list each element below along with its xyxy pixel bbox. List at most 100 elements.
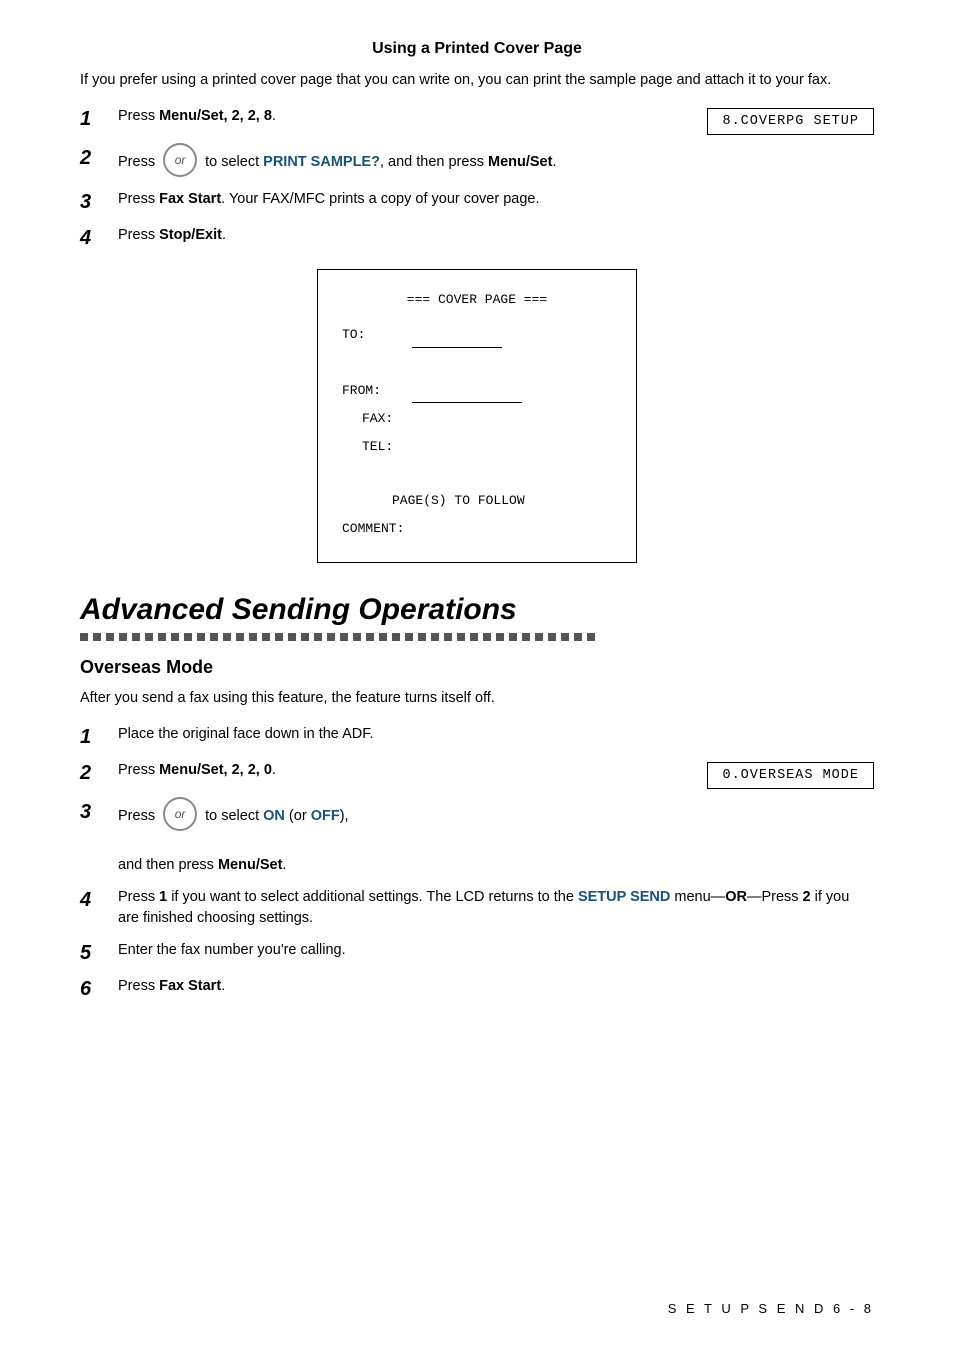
dot-21 [340, 633, 348, 641]
overseas-step-4-bold1: 1 [159, 889, 167, 905]
dot-6 [145, 633, 153, 641]
step-2-row: 2 Press or to select PRINT SAMPLE?, and … [80, 145, 874, 179]
cover-from-label: FROM: [342, 379, 412, 402]
dot-30 [457, 633, 465, 641]
step-3-bold: Fax Start [159, 191, 221, 207]
dot-20 [327, 633, 335, 641]
overseas-step-6-content: Press Fax Start. [118, 976, 874, 998]
step-1-content: Press Menu/Set, 2, 2, 8. [118, 106, 687, 128]
overseas-step-3-on: ON [263, 808, 285, 824]
cover-fax-label: FAX: [342, 407, 412, 430]
cover-from-underline [412, 379, 522, 403]
dot-26 [405, 633, 413, 641]
dot-35 [522, 633, 530, 641]
dot-36 [535, 633, 543, 641]
overseas-step-6-bold: Fax Start [159, 978, 221, 994]
dot-18 [301, 633, 309, 641]
dot-23 [366, 633, 374, 641]
dot-27 [418, 633, 426, 641]
step-3-number: 3 [80, 189, 110, 215]
cover-comment-label: COMMENT: [342, 517, 412, 540]
dotted-rule [80, 633, 874, 641]
step-1-bold: Menu/Set, 2, 2, 8 [159, 108, 272, 124]
cover-to-label: TO: [342, 323, 412, 346]
overseas-step-1-number: 1 [80, 724, 110, 750]
or-icon-2: or [163, 797, 197, 831]
dot-38 [561, 633, 569, 641]
dot-2 [93, 633, 101, 641]
dot-31 [470, 633, 478, 641]
dot-34 [509, 633, 517, 641]
cover-tel-line: TEL: [342, 435, 612, 458]
cover-comment-line: COMMENT: [342, 517, 612, 540]
cover-blank-line [342, 352, 612, 375]
overseas-step-4-number: 4 [80, 887, 110, 913]
dot-7 [158, 633, 166, 641]
step-4-content: Press Stop/Exit. [118, 225, 874, 247]
dot-10 [197, 633, 205, 641]
advanced-header: Advanced Sending Operations [80, 593, 874, 641]
dot-12 [223, 633, 231, 641]
dot-8 [171, 633, 179, 641]
overseas-step-4-row: 4 Press 1 if you want to select addition… [80, 887, 874, 931]
cover-pages-text: PAGE(S) TO FOLLOW [342, 489, 525, 512]
step-2-bold: Menu/Set [488, 154, 552, 170]
cover-title: === COVER PAGE === [342, 288, 612, 311]
cover-page-sample: === COVER PAGE === TO: FROM: FAX: TEL: P… [317, 269, 637, 564]
overseas-step-5-number: 5 [80, 940, 110, 966]
dot-32 [483, 633, 491, 641]
dot-1 [80, 633, 88, 641]
overseas-step-4-or: OR [725, 889, 747, 905]
step-4-row: 4 Press Stop/Exit. [80, 225, 874, 251]
step-2-number: 2 [80, 145, 110, 171]
dot-15 [262, 633, 270, 641]
overseas-step-4-content: Press 1 if you want to select additional… [118, 887, 874, 931]
overseas-step-1-content: Place the original face down in the ADF. [118, 724, 874, 746]
dot-29 [444, 633, 452, 641]
step-1-left: 1 Press Menu/Set, 2, 2, 8. [80, 106, 687, 132]
dot-22 [353, 633, 361, 641]
overseas-step-2-row: 2 Press Menu/Set, 2, 2, 0. 0.OVERSEAS MO… [80, 760, 874, 789]
overseas-step-3-off: OFF [311, 808, 340, 824]
or-icon-1: or [163, 143, 197, 177]
page-footer: S E T U P S E N D 6 - 8 [668, 1301, 874, 1316]
dot-13 [236, 633, 244, 641]
dot-9 [184, 633, 192, 641]
cover-tel-label: TEL: [342, 435, 412, 458]
overseas-step-4-bold2: 2 [803, 889, 811, 905]
overseas-step-2-lcd: 0.OVERSEAS MODE [707, 762, 874, 789]
overseas-step-3-bold: Menu/Set [218, 857, 282, 873]
cover-to-line: TO: [342, 323, 612, 347]
dot-37 [548, 633, 556, 641]
step-2-content: Press or to select PRINT SAMPLE?, and th… [118, 145, 874, 179]
overseas-step-4-setup: SETUP SEND [578, 889, 670, 905]
cover-blank-line2 [342, 462, 612, 485]
overseas-step-2-number: 2 [80, 760, 110, 786]
overseas-step-5-row: 5 Enter the fax number you're calling. [80, 940, 874, 966]
step-1-row: 1 Press Menu/Set, 2, 2, 8. 8.COVERPG SET… [80, 106, 874, 135]
overseas-step-3-number: 3 [80, 799, 110, 825]
step-3-content: Press Fax Start. Your FAX/MFC prints a c… [118, 189, 874, 211]
advanced-title: Advanced Sending Operations [80, 593, 874, 627]
section1-title: Using a Printed Cover Page [80, 40, 874, 58]
cover-fax-line: FAX: [342, 407, 612, 430]
page: Using a Printed Cover Page If you prefer… [0, 0, 954, 1352]
dot-24 [379, 633, 387, 641]
step-4-bold: Stop/Exit [159, 227, 222, 243]
dot-14 [249, 633, 257, 641]
step-3-row: 3 Press Fax Start. Your FAX/MFC prints a… [80, 189, 874, 215]
overseas-step-1-row: 1 Place the original face down in the AD… [80, 724, 874, 750]
cover-pages-line: PAGE(S) TO FOLLOW [342, 489, 612, 512]
step-2-highlight: PRINT SAMPLE? [263, 154, 380, 170]
step-1-lcd: 8.COVERPG SETUP [707, 108, 874, 135]
cover-to-underline [412, 323, 502, 347]
dot-25 [392, 633, 400, 641]
overseas-step-2-left: 2 Press Menu/Set, 2, 2, 0. [80, 760, 687, 786]
overseas-intro: After you send a fax using this feature,… [80, 688, 874, 710]
overseas-step-6-number: 6 [80, 976, 110, 1002]
dot-5 [132, 633, 140, 641]
step-4-number: 4 [80, 225, 110, 251]
overseas-step-2-content: Press Menu/Set, 2, 2, 0. [118, 760, 687, 782]
dot-3 [106, 633, 114, 641]
dot-4 [119, 633, 127, 641]
